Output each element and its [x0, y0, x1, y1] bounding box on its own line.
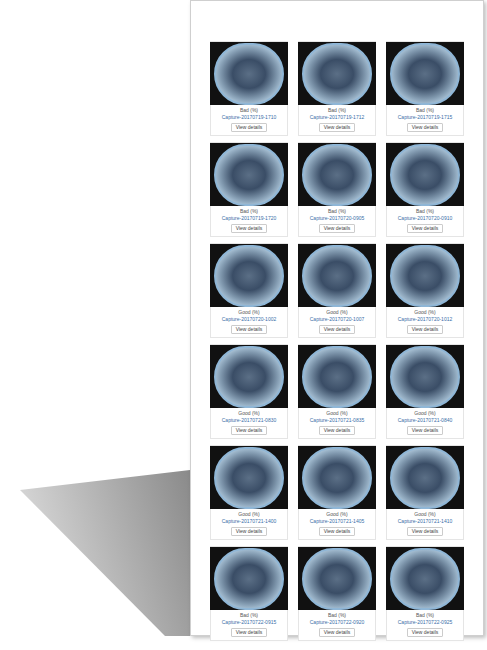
card-label: Bad (%)	[416, 208, 434, 215]
capture-card: Good (%)Capture-20170720-1002 View detail…	[210, 243, 288, 338]
capture-card: Bad (%)Capture-20170720-0905 View details	[298, 142, 376, 237]
card-label: Bad (%)	[240, 612, 258, 619]
capture-card: Bad (%)Capture-20170722-0920 View details	[298, 546, 376, 641]
card-filename[interactable]: Capture-20170720-0910	[398, 215, 453, 222]
view-details-button[interactable]: View details	[319, 628, 356, 637]
view-details-button[interactable]: View details	[407, 123, 444, 132]
capture-card: Bad (%)Capture-20170719-1712 View details	[298, 41, 376, 136]
screen: Bad (%)Capture-20170719-1710View details…	[0, 0, 487, 650]
card-filename[interactable]: Capture-20170720-1002	[222, 316, 277, 323]
card-filename[interactable]: Capture-20170721-1405	[310, 518, 365, 525]
capture-card: Good (%)Capture-20170721-1400 View detail…	[210, 445, 288, 540]
card-label: Good (%)	[238, 309, 259, 316]
card-label: Bad (%)	[416, 612, 434, 619]
fisheye-photo	[298, 345, 376, 408]
view-details-button[interactable]: View details	[407, 325, 444, 334]
view-details-button[interactable]: View details	[231, 426, 268, 435]
view-details-button[interactable]: View details	[407, 224, 444, 233]
capture-card: Bad (%)Capture-20170719-1710 View details	[210, 41, 288, 136]
fisheye-photo	[210, 143, 288, 206]
fisheye-photo	[386, 244, 464, 307]
view-details-button[interactable]: View details	[231, 527, 268, 536]
capture-card: Good (%)Capture-20170721-1405 View detail…	[298, 445, 376, 540]
view-details-button[interactable]: View details	[319, 426, 356, 435]
fisheye-photo	[298, 446, 376, 509]
capture-card: Bad (%)Capture-20170719-1720 View details	[210, 142, 288, 237]
fisheye-photo	[210, 446, 288, 509]
view-details-button[interactable]: View details	[319, 527, 356, 536]
card-filename[interactable]: Capture-20170719-1712	[310, 114, 365, 121]
card-filename[interactable]: Capture-20170721-0830	[222, 417, 277, 424]
card-label: Good (%)	[326, 511, 347, 518]
fisheye-photo	[386, 547, 464, 610]
fisheye-photo	[386, 143, 464, 206]
view-details-button[interactable]: View details	[407, 426, 444, 435]
view-details-button[interactable]: View details	[407, 527, 444, 536]
fisheye-photo	[210, 345, 288, 408]
gallery-grid: Bad (%)Capture-20170719-1710View details…	[191, 1, 483, 641]
card-label: Good (%)	[414, 309, 435, 316]
card-filename[interactable]: Capture-20170720-1007	[310, 316, 365, 323]
capture-card: Good (%)Capture-20170721-0840 View detail…	[386, 344, 464, 439]
view-details-button[interactable]: View details	[231, 224, 268, 233]
fisheye-photo	[210, 547, 288, 610]
card-filename[interactable]: Capture-20170722-0925	[398, 619, 453, 626]
card-label: Bad (%)	[328, 107, 346, 114]
view-details-button[interactable]: View details	[231, 628, 268, 637]
card-filename[interactable]: Capture-20170720-0905	[310, 215, 365, 222]
fisheye-photo	[298, 547, 376, 610]
fisheye-photo	[210, 244, 288, 307]
capture-card: Good (%)Capture-20170720-1007 View detail…	[298, 243, 376, 338]
view-details-button[interactable]: View details	[407, 628, 444, 637]
fisheye-photo	[298, 143, 376, 206]
card-filename[interactable]: Capture-20170721-1410	[398, 518, 453, 525]
card-label: Good (%)	[326, 309, 347, 316]
view-details-button[interactable]: View details	[319, 325, 356, 334]
capture-card: Good (%)Capture-20170721-0830 View detail…	[210, 344, 288, 439]
fisheye-photo	[298, 42, 376, 105]
card-label: Good (%)	[238, 410, 259, 417]
card-filename[interactable]: Capture-20170719-1715	[398, 114, 453, 121]
card-label: Good (%)	[326, 410, 347, 417]
capture-card: Bad (%)Capture-20170719-1715 View details	[386, 41, 464, 136]
view-details-button[interactable]: View details	[231, 123, 268, 132]
card-filename[interactable]: Capture-20170721-0840	[398, 417, 453, 424]
card-filename[interactable]: Capture-20170722-0920	[310, 619, 365, 626]
card-filename[interactable]: Capture-20170719-1710	[222, 114, 277, 121]
capture-card: Good (%)Capture-20170721-1410 View detail…	[386, 445, 464, 540]
card-filename[interactable]: Capture-20170721-1400	[222, 518, 277, 525]
card-label: Bad (%)	[240, 208, 258, 215]
view-details-button[interactable]: View details	[319, 224, 356, 233]
page: Bad (%)Capture-20170719-1710View details…	[190, 0, 484, 636]
card-filename[interactable]: Capture-20170720-1012	[398, 316, 453, 323]
view-details-button[interactable]: View details	[231, 325, 268, 334]
card-filename[interactable]: Capture-20170721-0835	[310, 417, 365, 424]
card-label: Good (%)	[414, 511, 435, 518]
card-label: Bad (%)	[328, 208, 346, 215]
fisheye-photo	[386, 42, 464, 105]
fisheye-photo	[386, 345, 464, 408]
view-details-button[interactable]: View details	[319, 123, 356, 132]
capture-card: Bad (%)Capture-20170722-0915 View details	[210, 546, 288, 641]
capture-card: Bad (%)Capture-20170720-0910 View details	[386, 142, 464, 237]
capture-card: Bad (%)Capture-20170722-0925 View details	[386, 546, 464, 641]
card-label: Good (%)	[414, 410, 435, 417]
card-filename[interactable]: Capture-20170719-1720	[222, 215, 277, 222]
fisheye-photo	[210, 42, 288, 105]
capture-card: Good (%)Capture-20170720-1012 View detail…	[386, 243, 464, 338]
card-label: Bad (%)	[416, 107, 434, 114]
card-filename[interactable]: Capture-20170722-0915	[222, 619, 277, 626]
fisheye-photo	[386, 446, 464, 509]
card-label: Bad (%)	[328, 612, 346, 619]
capture-card: Good (%)Capture-20170721-0835 View detail…	[298, 344, 376, 439]
fisheye-photo	[298, 244, 376, 307]
card-label: Bad (%)	[240, 107, 258, 114]
card-label: Good (%)	[238, 511, 259, 518]
